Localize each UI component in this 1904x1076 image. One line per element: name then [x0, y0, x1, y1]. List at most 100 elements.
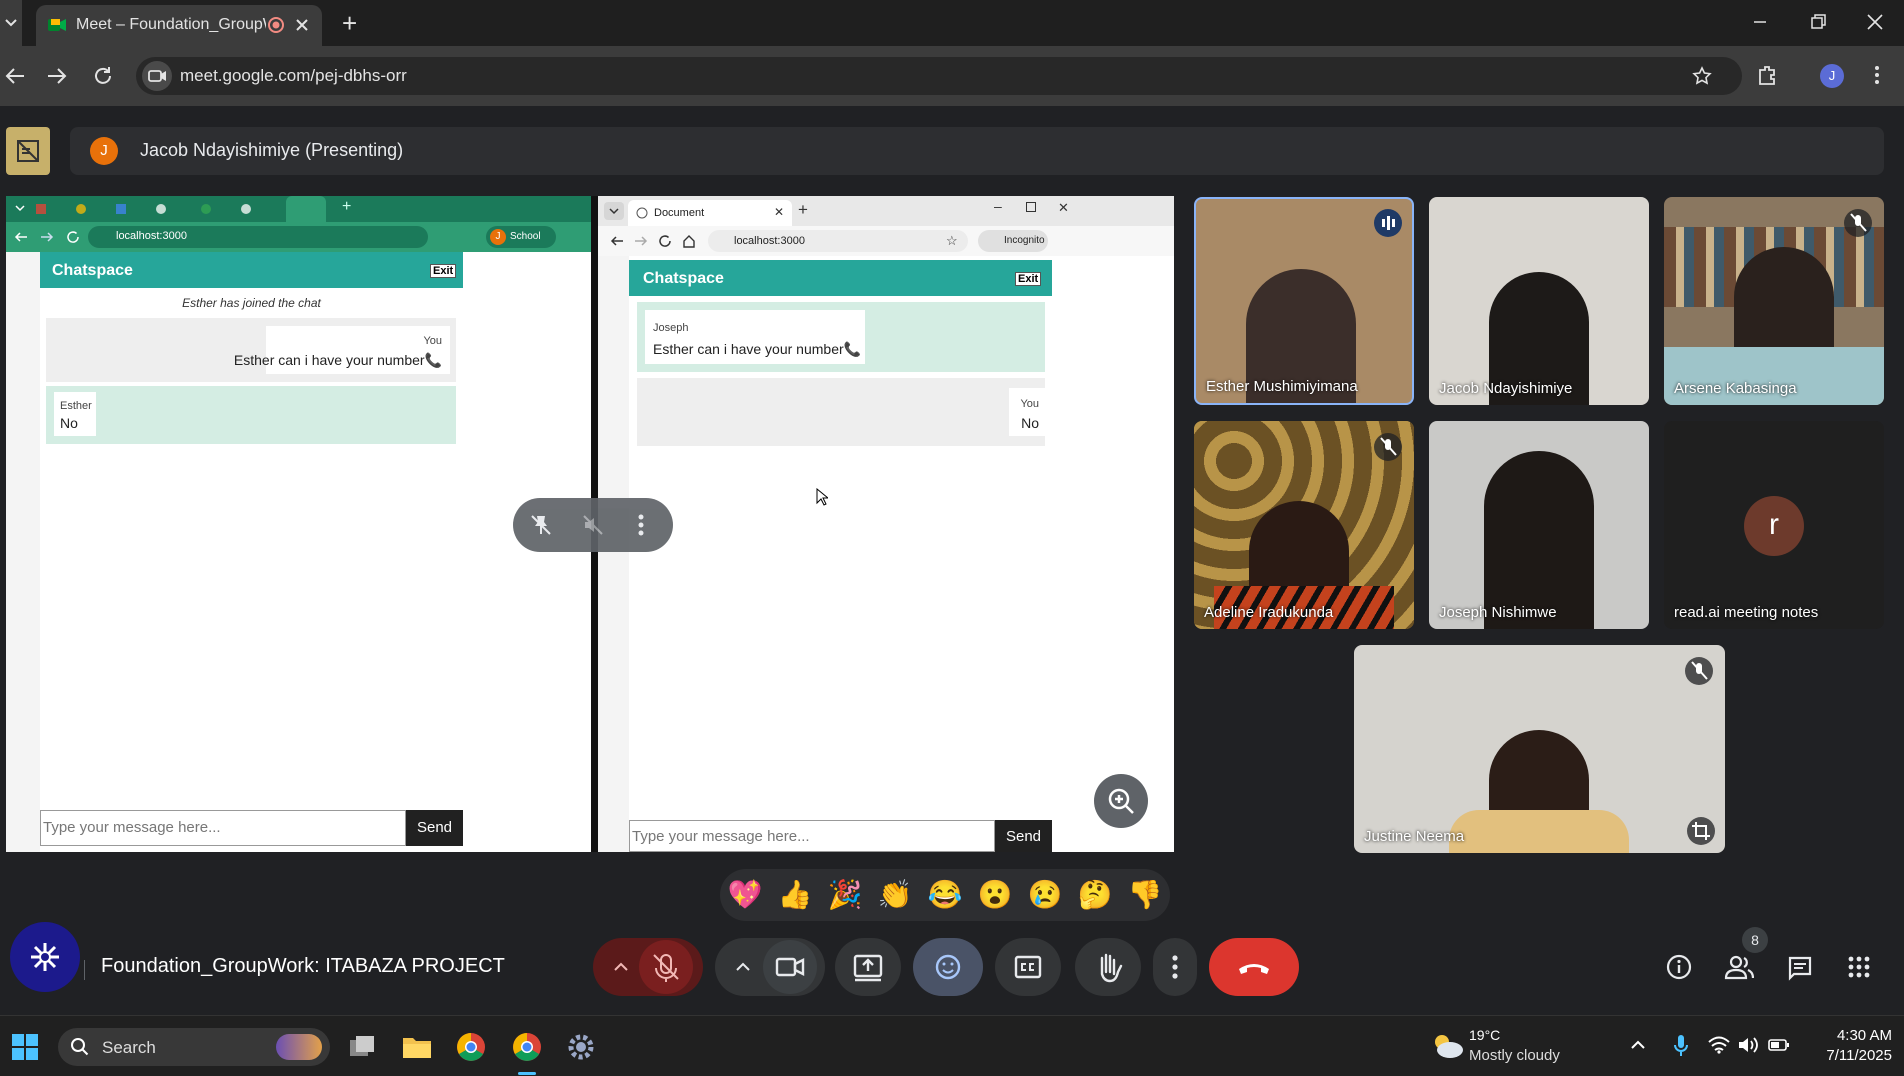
unpin-icon[interactable]: [529, 513, 553, 537]
meeting-logo-icon[interactable]: [10, 922, 80, 992]
minimize-icon[interactable]: [1752, 14, 1768, 30]
right-address-bar[interactable]: localhost:3000: [708, 230, 968, 252]
mic-options-chevron-icon[interactable]: [613, 957, 629, 977]
crop-icon[interactable]: [1687, 817, 1715, 845]
reaction-sparkling-heart[interactable]: 💖: [725, 875, 765, 915]
back-icon[interactable]: [4, 66, 26, 86]
bookmark-star-icon[interactable]: [1692, 66, 1712, 86]
site-info-icon[interactable]: [142, 61, 172, 91]
participant-tile-joseph[interactable]: Joseph Nishimwe: [1429, 421, 1649, 629]
microphone-icon[interactable]: [1674, 1034, 1688, 1058]
present-screen-button[interactable]: [835, 938, 901, 996]
left-message-input[interactable]: Type your message here...: [40, 810, 406, 846]
reaction-clapping[interactable]: 👏: [875, 875, 915, 915]
right-url: localhost:3000: [734, 235, 805, 247]
taskbar-search-box[interactable]: Search: [58, 1028, 330, 1066]
reaction-thumbs-down[interactable]: 👎: [1125, 875, 1165, 915]
home-icon[interactable]: [682, 234, 696, 248]
right-send-button[interactable]: Send: [995, 820, 1052, 852]
chrome-icon-1[interactable]: [456, 1032, 486, 1062]
raise-hand-button[interactable]: [1075, 938, 1141, 996]
right-exit-button[interactable]: Exit: [1015, 272, 1042, 286]
right-forward-icon[interactable]: [634, 235, 648, 247]
reaction-surprised[interactable]: 😮: [975, 875, 1015, 915]
restore-icon[interactable]: [1810, 13, 1828, 31]
profile-avatar[interactable]: J: [1820, 64, 1844, 88]
tab-search-button[interactable]: [0, 0, 22, 46]
incognito-chip[interactable]: Incognito: [978, 230, 1048, 252]
right-maximize-icon[interactable]: [1026, 202, 1036, 212]
captions-button[interactable]: [995, 938, 1061, 996]
left-profile-chip[interactable]: J School: [486, 226, 556, 248]
task-view-icon[interactable]: [348, 1034, 376, 1060]
address-bar[interactable]: meet.google.com/pej-dbhs-orr: [136, 57, 1742, 95]
left-app-title: Chatspace: [52, 262, 133, 279]
left-send-button[interactable]: Send: [406, 810, 463, 846]
participant-tile-justine[interactable]: Justine Neema: [1354, 645, 1725, 853]
camera-options-chevron-icon[interactable]: [735, 957, 751, 977]
clock-time[interactable]: 4:30 AM: [1820, 1027, 1892, 1044]
right-message-input[interactable]: Type your message here...: [629, 820, 995, 852]
chevron-down-icon[interactable]: [14, 202, 26, 214]
right-tab-search-icon[interactable]: [604, 202, 624, 220]
reaction-thinking[interactable]: 🤔: [1075, 875, 1115, 915]
right-reload-icon[interactable]: [658, 234, 672, 248]
new-tab-button[interactable]: +: [342, 8, 357, 39]
wifi-icon[interactable]: [1708, 1036, 1730, 1054]
people-icon[interactable]: [1724, 954, 1754, 980]
left-forward-icon[interactable]: [40, 231, 54, 243]
browser-tab-meet[interactable]: Meet – Foundation_GroupW: [36, 5, 322, 46]
right-msg1-text: Esther can i have your number📞: [653, 341, 862, 357]
left-address-bar[interactable]: localhost:3000: [88, 226, 428, 248]
left-new-tab-icon[interactable]: +: [342, 198, 351, 216]
more-options-button[interactable]: [1153, 938, 1197, 996]
mic-off-button[interactable]: [639, 940, 693, 994]
right-close-window-icon[interactable]: ✕: [1058, 200, 1069, 216]
right-minimize-icon[interactable]: –: [994, 198, 1002, 214]
reactions-button[interactable]: [913, 938, 983, 996]
participant-tile-jacob[interactable]: Jacob Ndayishimiye: [1429, 197, 1649, 405]
battery-icon[interactable]: [1768, 1038, 1790, 1052]
right-back-icon[interactable]: [610, 235, 624, 247]
left-tabs-group[interactable]: [36, 202, 286, 216]
left-exit-button[interactable]: Exit: [430, 264, 457, 278]
reaction-crying[interactable]: 😢: [1025, 875, 1065, 915]
reaction-tears-of-joy[interactable]: 😂: [925, 875, 965, 915]
leave-call-button[interactable]: [1209, 938, 1299, 996]
right-active-tab[interactable]: Document ✕: [628, 200, 792, 226]
speaking-indicator-icon: [1374, 209, 1402, 237]
chat-icon[interactable]: [1787, 955, 1813, 981]
file-explorer-icon[interactable]: [402, 1034, 432, 1060]
windows-start-icon[interactable]: [12, 1034, 38, 1060]
close-tab-icon[interactable]: [294, 17, 310, 33]
left-back-icon[interactable]: [14, 231, 28, 243]
presentation-icon[interactable]: [6, 127, 50, 175]
camera-button[interactable]: [763, 940, 817, 994]
right-new-tab-icon[interactable]: +: [798, 200, 808, 220]
right-close-tab-icon[interactable]: ✕: [774, 205, 784, 219]
left-reload-icon[interactable]: [66, 230, 80, 244]
mute-audio-icon[interactable]: [581, 513, 605, 537]
forward-icon[interactable]: [46, 66, 68, 86]
left-active-tab[interactable]: [286, 196, 326, 222]
show-hidden-icons-chevron-icon[interactable]: [1630, 1038, 1646, 1052]
more-options-icon[interactable]: [637, 513, 645, 537]
reaction-thumbs-up[interactable]: 👍: [775, 875, 815, 915]
clock-date[interactable]: 7/11/2025: [1808, 1047, 1892, 1064]
right-bookmark-icon[interactable]: ☆: [946, 233, 958, 249]
volume-icon[interactable]: [1738, 1036, 1760, 1054]
chrome-icon-2[interactable]: [512, 1032, 542, 1062]
browser-menu-icon[interactable]: [1872, 64, 1882, 86]
meeting-details-icon[interactable]: [1666, 954, 1692, 980]
participant-tile-readai[interactable]: r read.ai meeting notes: [1664, 421, 1884, 629]
participant-tile-arsene[interactable]: Arsene Kabasinga: [1664, 197, 1884, 405]
reload-icon[interactable]: [92, 65, 114, 87]
reaction-party-popper[interactable]: 🎉: [825, 875, 865, 915]
participant-tile-esther[interactable]: Esther Mushimiyimana: [1194, 197, 1414, 405]
activities-grid-icon[interactable]: [1848, 956, 1870, 978]
participant-tile-adeline[interactable]: Adeline Iradukunda: [1194, 421, 1414, 629]
zoom-in-button[interactable]: [1094, 774, 1148, 828]
close-window-icon[interactable]: [1866, 13, 1884, 31]
settings-gear-icon[interactable]: [566, 1032, 596, 1062]
extensions-icon[interactable]: [1756, 64, 1778, 86]
